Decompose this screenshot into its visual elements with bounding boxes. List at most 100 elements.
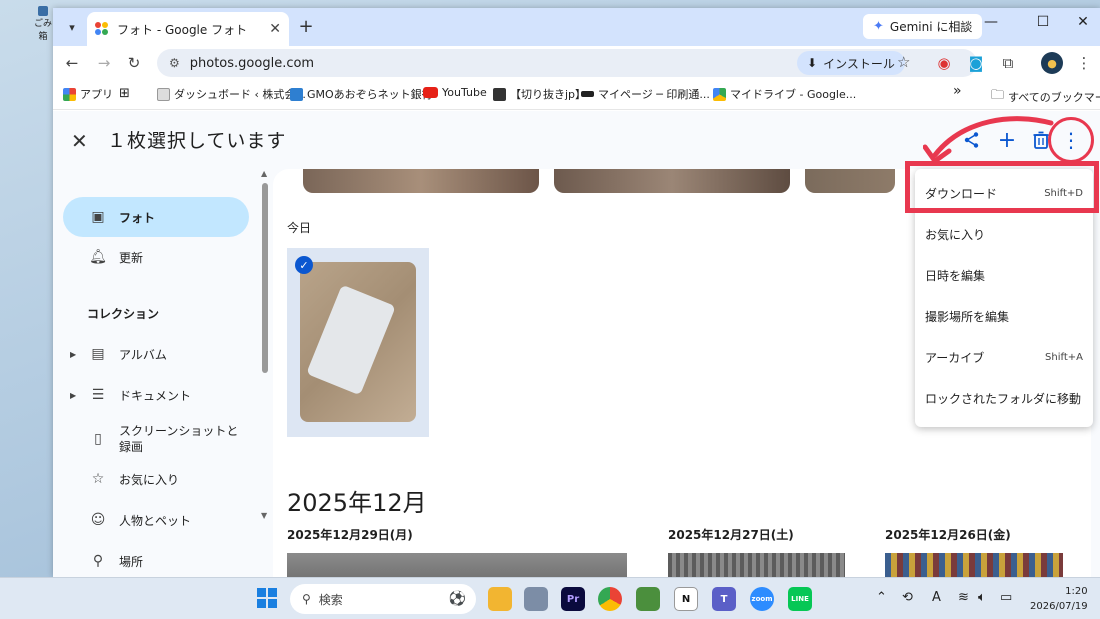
browser-menu-icon[interactable]: ⋮ [1073, 52, 1095, 74]
line-icon[interactable]: LINE [788, 587, 812, 611]
bookmark-youtube[interactable]: YouTube [423, 86, 487, 99]
sidebar-item-label: スクリーンショットと録画 [119, 424, 239, 454]
menu-item-archive[interactable]: アーカイブ Shift+A [915, 337, 1093, 377]
month-heading: 2025年12月 [287, 489, 427, 517]
profile-avatar-icon[interactable]: ● [1041, 52, 1063, 74]
document-icon: ☰ [91, 387, 105, 403]
sidebar-item-label: ドキュメント [119, 388, 192, 403]
sidebar-scrollbar[interactable]: ▲ ▼ [261, 169, 269, 520]
premiere-pro-icon[interactable]: Pr [561, 587, 585, 611]
extensions-puzzle-icon[interactable]: ⧉ [997, 52, 1019, 74]
site-info-icon[interactable]: ⚙ [169, 56, 180, 70]
sync-icon[interactable]: ⟲ [902, 590, 913, 605]
address-bar[interactable]: ⚙ photos.google.com ⬇ インストール ☆ [157, 49, 977, 77]
teams-icon[interactable]: T [712, 587, 736, 611]
sidebar-item-albums[interactable]: ▶ ▤ アルバム [63, 334, 249, 374]
selection-title: １枚選択しています [107, 130, 287, 152]
taskbar-search[interactable]: ⚲ 検索 ⚽ [290, 584, 476, 614]
taskbar-clock[interactable]: 1:20 2026/07/19 [1030, 584, 1088, 614]
annotation-arrow [923, 116, 1054, 164]
photo-thumbnail[interactable] [554, 169, 790, 193]
bookmark-mypage[interactable]: マイページ ─ 印刷通... [581, 86, 710, 102]
notion-icon[interactable]: N [674, 587, 698, 611]
file-explorer-icon[interactable] [488, 587, 512, 611]
minimize-button[interactable]: — [976, 14, 1006, 30]
all-bookmarks-button[interactable]: 🗀 すべてのブックマーク [991, 86, 1100, 108]
menu-item-favorite[interactable]: お気に入り [915, 214, 1093, 254]
image-app-icon[interactable] [636, 587, 660, 611]
forward-button[interactable]: → [93, 52, 115, 74]
tab-close-icon[interactable]: ✕ [269, 21, 281, 37]
menu-item-edit-date[interactable]: 日時を編集 [915, 255, 1093, 295]
record-extension-icon[interactable]: ◉ [933, 52, 955, 74]
wifi-icon[interactable]: ≋ [958, 590, 969, 605]
sidebar-item-screenshots[interactable]: ▯ スクリーンショットと録画 [63, 417, 249, 461]
menu-item-edit-location[interactable]: 撮影場所を編集 [915, 296, 1093, 336]
photo-thumbnail[interactable] [885, 553, 1063, 577]
bookmark-label: 【切り抜きjp】 [510, 88, 587, 101]
back-button[interactable]: ← [61, 52, 83, 74]
scroll-up-icon[interactable]: ▲ [261, 169, 267, 178]
sidebar-item-label: 場所 [119, 554, 144, 569]
expand-caret-icon[interactable]: ▶ [70, 391, 76, 400]
bookmark-apps[interactable]: アプリ [63, 86, 113, 102]
bookmark-tab-groups[interactable]: ⊞ [119, 86, 130, 101]
clear-selection-close-icon[interactable]: ✕ [71, 129, 88, 153]
sidebar-item-updates[interactable]: 🔔︎ 更新 [63, 237, 249, 277]
install-button[interactable]: ⬇ インストール [797, 51, 905, 75]
zoom-icon[interactable]: zoom [750, 587, 774, 611]
bookmark-star-icon[interactable]: ☆ [897, 53, 910, 71]
youtube-favicon-icon [423, 87, 438, 98]
photo-thumbnail[interactable] [668, 553, 845, 577]
new-tab-button[interactable]: + [295, 16, 317, 37]
sidebar-item-people-pets[interactable]: ☺ 人物とペット [63, 500, 249, 540]
photo-thumbnail[interactable] [805, 169, 895, 193]
maximize-button[interactable]: ☐ [1028, 14, 1058, 30]
ime-icon[interactable]: A [932, 590, 941, 605]
sidebar-item-photos[interactable]: ▣ フォト [63, 197, 249, 237]
bookmarks-overflow-button[interactable]: » [953, 83, 962, 99]
folder-icon: 🗀 [991, 88, 1005, 103]
chrome-icon[interactable] [598, 587, 622, 611]
photo-thumbnail[interactable] [303, 169, 539, 193]
bell-icon: 🔔︎ [89, 249, 107, 265]
windows-start-icon[interactable] [257, 588, 277, 608]
album-icon: ▤ [91, 346, 105, 362]
sidebar-item-favorites[interactable]: ☆ お気に入り [63, 459, 249, 499]
expand-caret-icon[interactable]: ▶ [70, 350, 76, 359]
gmo-favicon-icon [290, 87, 303, 101]
photo-thumbnail[interactable] [287, 553, 627, 577]
bookmark-kirinuki[interactable]: 【切り抜きjp】 [493, 86, 586, 102]
menu-item-move-locked-folder[interactable]: ロックされたフォルダに移動 [915, 378, 1093, 418]
bookmark-my-drive[interactable]: マイドライブ - Google... [713, 86, 856, 102]
scrollbar-thumb[interactable] [262, 183, 268, 373]
selected-photo[interactable]: ✓ [287, 248, 429, 437]
tab-groups-icon: ⊞ [119, 86, 130, 101]
sidebar-item-places[interactable]: ⚲ 場所 [63, 541, 249, 577]
bookmark-label: ダッシュボード ‹ 株式会... [174, 88, 306, 101]
selected-check-icon[interactable]: ✓ [295, 256, 313, 274]
bookmark-label: YouTube [442, 86, 487, 99]
mypage-favicon-icon [581, 91, 594, 97]
capture-extension-icon[interactable]: ◙ [965, 52, 987, 74]
gemini-button[interactable]: ✦ Gemini に相談 [863, 14, 983, 39]
bookmark-label: アプリ [80, 88, 113, 101]
bookmark-dashboard[interactable]: ダッシュボード ‹ 株式会... [157, 86, 306, 102]
google-photos-favicon-icon [95, 22, 109, 36]
tray-overflow-chevron-icon[interactable]: ⌃ [876, 590, 887, 605]
browser-toolbar: ← → ↻ ⚙ photos.google.com ⬇ インストール ☆ ◉ ◙… [53, 46, 1100, 80]
window-close-button[interactable]: ✕ [1068, 14, 1098, 30]
bookmark-gmo-bank[interactable]: GMOあおぞらネット銀行 [290, 86, 433, 102]
tab-google-photos[interactable]: フォト - Google フォト ✕ [87, 12, 289, 46]
photos-app-icon[interactable] [524, 587, 548, 611]
battery-icon[interactable]: ▭ [1000, 590, 1012, 605]
search-icon: ⚲ [302, 592, 311, 606]
scroll-down-icon[interactable]: ▼ [261, 511, 267, 520]
reload-button[interactable]: ↻ [123, 52, 145, 74]
speaker-muted-icon[interactable]: 🔈︎ [978, 590, 986, 605]
sidebar-item-documents[interactable]: ▶ ☰ ドキュメント [63, 375, 249, 415]
sidebar-item-label: 更新 [119, 250, 144, 265]
tab-search-chevron-icon[interactable]: ▾ [61, 16, 83, 38]
photo-image [300, 262, 416, 422]
install-label: インストール [823, 56, 895, 71]
